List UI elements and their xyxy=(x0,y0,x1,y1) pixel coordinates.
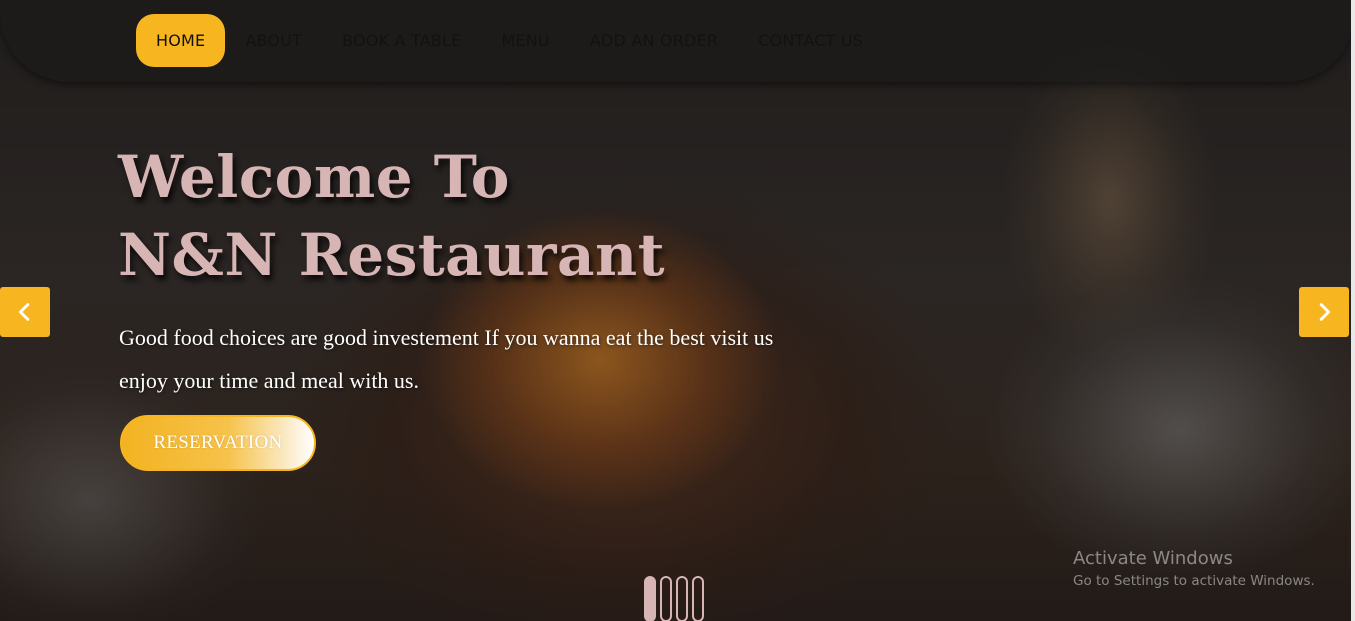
reservation-button[interactable]: RESERVATION xyxy=(120,415,316,471)
carousel-indicator-2[interactable] xyxy=(660,576,672,621)
carousel-prev-button[interactable] xyxy=(0,287,50,337)
watermark-title: Activate Windows xyxy=(1073,548,1233,569)
nav-list: HOME ABOUT BOOK A TABLE MENU ADD AN ORDE… xyxy=(136,14,883,67)
nav-menu[interactable]: MENU xyxy=(481,14,569,67)
watermark-subtitle: Go to Settings to activate Windows. xyxy=(1073,573,1315,589)
activate-windows-watermark: Activate Windows Go to Settings to activ… xyxy=(1073,547,1315,591)
carousel-indicators xyxy=(644,576,704,621)
scrollbar[interactable] xyxy=(1351,0,1355,621)
carousel-next-button[interactable] xyxy=(1299,287,1349,337)
hero-title-line-1: Welcome To xyxy=(118,143,510,211)
carousel-indicator-4[interactable] xyxy=(692,576,704,621)
nav-home[interactable]: HOME xyxy=(136,14,226,67)
nav-contact-us[interactable]: CONTACT US xyxy=(738,14,883,67)
carousel-indicator-1[interactable] xyxy=(644,576,656,621)
hero-title: Welcome To N&N Restaurant xyxy=(118,138,665,294)
hero-title-line-2: N&N Restaurant xyxy=(118,221,665,289)
chevron-right-icon xyxy=(1319,303,1331,321)
nav-book-a-table[interactable]: BOOK A TABLE xyxy=(322,14,481,67)
nav-add-an-order[interactable]: ADD AN ORDER xyxy=(570,14,738,67)
hero-overlay xyxy=(0,0,1355,621)
nav-about[interactable]: ABOUT xyxy=(225,14,322,67)
hero-description: Good food choices are good investement I… xyxy=(119,316,879,402)
hero-slide: HOME ABOUT BOOK A TABLE MENU ADD AN ORDE… xyxy=(0,0,1355,621)
carousel-indicator-3[interactable] xyxy=(676,576,688,621)
hero-description-line-1: Good food choices are good investement I… xyxy=(119,325,774,350)
navbar: HOME ABOUT BOOK A TABLE MENU ADD AN ORDE… xyxy=(0,0,1355,82)
chevron-left-icon xyxy=(18,303,30,321)
hero-description-line-2: enjoy your time and meal with us. xyxy=(119,368,419,393)
